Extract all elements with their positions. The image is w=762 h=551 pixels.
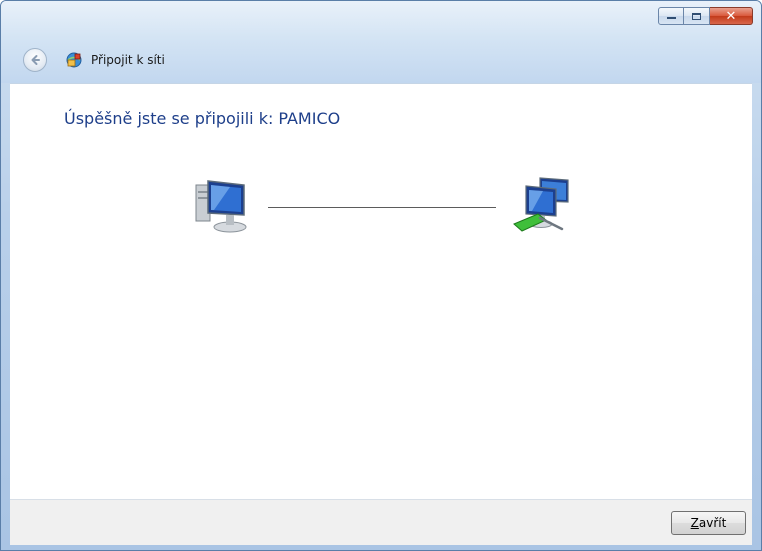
page-heading: Úspěšně jste se připojili k: PAMICO <box>64 109 340 128</box>
footer-bar: Zavřít <box>10 499 752 545</box>
content-area: Úspěšně jste se připojili k: PAMICO <box>10 83 752 500</box>
connect-to-network-window: ✕ Připojit k síti Úspěšně jste se připoj… <box>0 0 762 551</box>
maximize-icon <box>692 12 701 20</box>
navigation-bar: Připojit k síti <box>23 48 165 72</box>
network-name: PAMICO <box>278 109 341 128</box>
back-arrow-icon <box>31 55 40 65</box>
connect-to-network-icon <box>66 52 82 68</box>
connection-line <box>268 207 496 208</box>
caption-buttons: ✕ <box>658 7 753 25</box>
close-button[interactable]: Zavřít <box>671 511 746 535</box>
title-bar: ✕ Připojit k síti <box>1 1 761 83</box>
network-icon <box>513 177 569 232</box>
computer-icon <box>195 180 247 233</box>
success-message: Úspěšně jste se připojili k: <box>64 109 274 128</box>
close-button-label: avřít <box>698 516 727 530</box>
minimize-icon <box>667 17 676 19</box>
close-window-button[interactable]: ✕ <box>710 7 753 25</box>
maximize-button[interactable] <box>684 7 710 25</box>
minimize-button[interactable] <box>658 7 684 25</box>
window-title: Připojit k síti <box>91 53 165 67</box>
back-button[interactable] <box>23 48 47 72</box>
close-icon: ✕ <box>725 8 737 24</box>
close-button-mnemonic: Z <box>690 516 699 530</box>
